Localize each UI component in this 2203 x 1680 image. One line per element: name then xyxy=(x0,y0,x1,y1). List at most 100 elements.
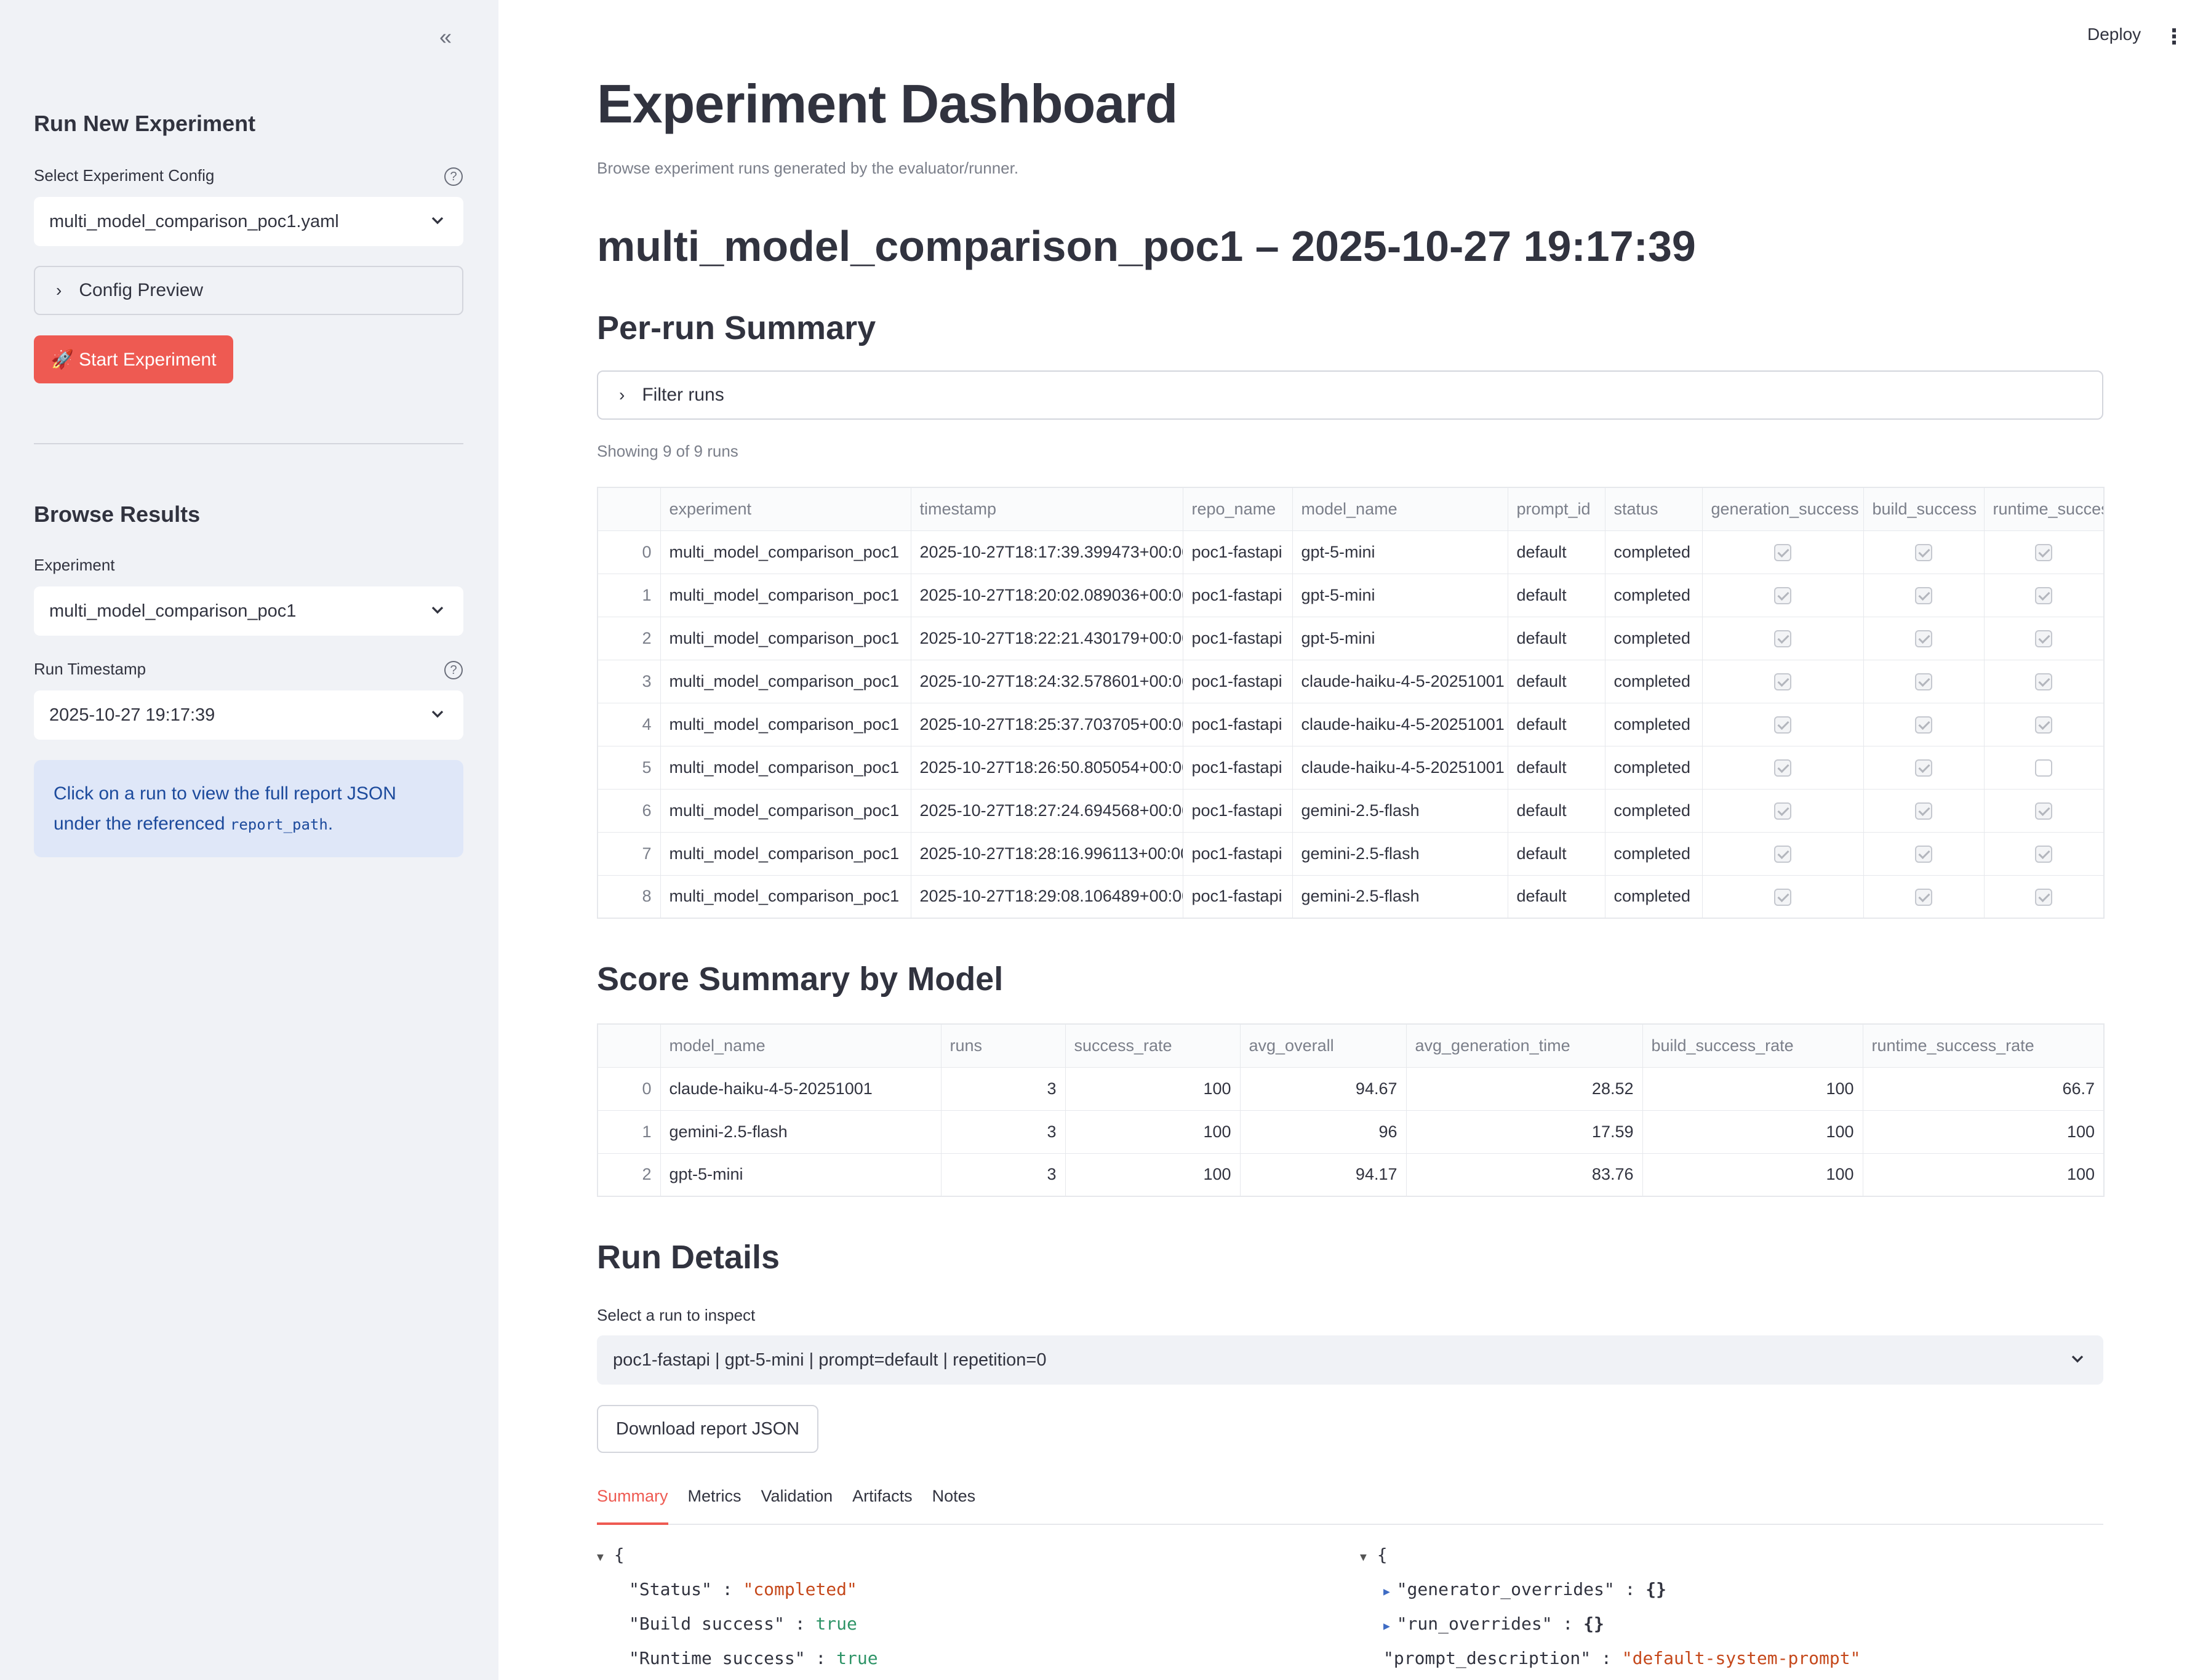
config-select[interactable]: multi_model_comparison_poc1.yaml xyxy=(34,197,463,246)
cell-prompt: default xyxy=(1507,616,1605,660)
cell-runtime-rate: 100 xyxy=(1862,1110,2105,1154)
table-row[interactable]: 4 multi_model_comparison_poc1 2025-10-27T1… xyxy=(597,702,2105,746)
checkbox[interactable] xyxy=(1774,587,1791,605)
table-row[interactable]: 5 multi_model_comparison_poc1 2025-10-27T1… xyxy=(597,745,2105,790)
checkbox[interactable] xyxy=(1774,802,1791,820)
cell-idx: 1 xyxy=(597,573,661,617)
checkbox[interactable] xyxy=(1915,587,1932,605)
expand-triangle-icon[interactable]: ▶ xyxy=(1383,1620,1397,1633)
main-menu-icon[interactable]: ⋮ xyxy=(2164,25,2185,49)
cell-runs: 3 xyxy=(940,1066,1066,1111)
table-row[interactable]: 7 multi_model_comparison_poc1 2025-10-27T1… xyxy=(597,831,2105,876)
help-icon[interactable]: ? xyxy=(444,661,463,679)
column-header-repo-name[interactable]: repo_name xyxy=(1182,487,1293,531)
tab-notes[interactable]: Notes xyxy=(932,1484,976,1525)
experiment-select[interactable]: multi_model_comparison_poc1 xyxy=(34,586,463,636)
checkbox[interactable] xyxy=(2035,630,2053,648)
showing-count: Showing 9 of 9 runs xyxy=(597,442,738,460)
checkbox[interactable] xyxy=(2035,587,2053,605)
tab-metrics[interactable]: Metrics xyxy=(688,1484,742,1525)
table-row[interactable]: 1 gemini-2.5-flash 3 100 96 17.59 100 100 xyxy=(597,1110,2105,1154)
score-table[interactable]: model_name runs success_rate avg_overall avg… xyxy=(597,1023,2105,1197)
collapse-sidebar-button[interactable]: « xyxy=(431,22,460,52)
checkbox[interactable] xyxy=(2035,673,2053,691)
checkbox[interactable] xyxy=(1915,630,1932,648)
index-header xyxy=(597,1023,661,1068)
deploy-button[interactable]: Deploy xyxy=(2087,25,2141,44)
cell-idx: 2 xyxy=(597,1153,661,1197)
filter-runs-expander[interactable]: › Filter runs xyxy=(597,370,2103,420)
cell-success-rate: 100 xyxy=(1065,1153,1241,1197)
expand-triangle-icon[interactable]: ▶ xyxy=(1383,1585,1397,1598)
table-row[interactable]: 6 multi_model_comparison_poc1 2025-10-27T1… xyxy=(597,788,2105,833)
column-header-generation-success[interactable]: generation_success xyxy=(1701,487,1864,531)
table-row[interactable]: 8 multi_model_comparison_poc1 2025-10-27T1… xyxy=(597,874,2105,919)
checkbox[interactable] xyxy=(1915,759,1932,777)
cell-runtime xyxy=(1983,573,2105,617)
run-timestamp-select[interactable]: 2025-10-27 19:17:39 xyxy=(34,690,463,740)
table-row[interactable]: 0 claude-haiku-4-5-20251001 3 100 94.67 28.52… xyxy=(597,1066,2105,1111)
checkbox[interactable] xyxy=(1915,802,1932,820)
column-header-runtime-success-rate[interactable]: runtime_success_rate xyxy=(1862,1023,2105,1068)
checkbox[interactable] xyxy=(1915,544,1932,562)
checkbox[interactable] xyxy=(2035,889,2053,906)
help-icon[interactable]: ? xyxy=(444,167,463,186)
table-row[interactable]: 2 multi_model_comparison_poc1 2025-10-27T1… xyxy=(597,616,2105,660)
run-select[interactable]: poc1-fastapi | gpt-5-mini | prompt=defau… xyxy=(597,1335,2103,1385)
checkbox[interactable] xyxy=(1915,889,1932,906)
checkbox[interactable] xyxy=(1915,673,1932,691)
checkbox[interactable] xyxy=(2035,846,2053,863)
column-header-model-name[interactable]: model_name xyxy=(1292,487,1508,531)
runs-table[interactable]: experiment timestamp repo_name model_name pr… xyxy=(597,487,2105,919)
cell-runtime xyxy=(1983,745,2105,790)
cell-idx: 4 xyxy=(597,702,661,746)
config-preview-expander[interactable]: › Config Preview xyxy=(34,266,463,315)
checkbox[interactable] xyxy=(1774,673,1791,691)
cell-status: completed xyxy=(1604,831,1703,876)
column-header-avg-overall[interactable]: avg_overall xyxy=(1239,1023,1407,1068)
checkbox[interactable] xyxy=(1915,716,1932,734)
column-header-model-name[interactable]: model_name xyxy=(660,1023,942,1068)
checkbox[interactable] xyxy=(1774,759,1791,777)
checkbox[interactable] xyxy=(2035,544,2053,562)
tab-artifacts[interactable]: Artifacts xyxy=(852,1484,913,1525)
checkbox[interactable] xyxy=(2035,716,2053,734)
column-header-success-rate[interactable]: success_rate xyxy=(1065,1023,1241,1068)
tab-validation[interactable]: Validation xyxy=(761,1484,833,1525)
column-header-avg-generation-time[interactable]: avg_generation_time xyxy=(1405,1023,1643,1068)
column-header-runs[interactable]: runs xyxy=(940,1023,1066,1068)
cell-avg-gen-time: 28.52 xyxy=(1405,1066,1643,1111)
cell-avg-gen-time: 17.59 xyxy=(1405,1110,1643,1154)
column-header-build-success-rate[interactable]: build_success_rate xyxy=(1642,1023,1863,1068)
cell-runtime xyxy=(1983,702,2105,746)
tab-summary[interactable]: Summary xyxy=(597,1484,668,1525)
download-report-button[interactable]: Download report JSON xyxy=(597,1405,818,1453)
table-row[interactable]: 1 multi_model_comparison_poc1 2025-10-27T1… xyxy=(597,573,2105,617)
checkbox[interactable] xyxy=(1774,544,1791,562)
checkbox[interactable] xyxy=(1774,630,1791,648)
collapse-triangle-icon[interactable]: ▼ xyxy=(597,1551,604,1564)
collapse-triangle-icon[interactable]: ▼ xyxy=(1360,1551,1367,1564)
checkbox[interactable] xyxy=(2035,802,2053,820)
column-header-status[interactable]: status xyxy=(1604,487,1703,531)
start-experiment-button[interactable]: 🚀 Start Experiment xyxy=(34,335,233,383)
cell-model: claude-haiku-4-5-20251001 xyxy=(1292,659,1508,703)
cell-build-rate: 100 xyxy=(1642,1066,1863,1111)
cell-experiment: multi_model_comparison_poc1 xyxy=(660,659,911,703)
table-row[interactable]: 0 multi_model_comparison_poc1 2025-10-27T1… xyxy=(597,530,2105,574)
checkbox[interactable] xyxy=(2035,759,2053,777)
table-row[interactable]: 3 multi_model_comparison_poc1 2025-10-27T1… xyxy=(597,659,2105,703)
cell-avg-overall: 94.17 xyxy=(1239,1153,1407,1197)
json-entry: "Runtime success" : true xyxy=(629,1648,878,1668)
cell-status: completed xyxy=(1604,788,1703,833)
checkbox[interactable] xyxy=(1774,889,1791,906)
column-header-prompt-id[interactable]: prompt_id xyxy=(1507,487,1605,531)
checkbox[interactable] xyxy=(1915,846,1932,863)
column-header-build-success[interactable]: build_success xyxy=(1863,487,1985,531)
checkbox[interactable] xyxy=(1774,846,1791,863)
column-header-runtime-succes[interactable]: runtime_succes xyxy=(1983,487,2105,531)
checkbox[interactable] xyxy=(1774,716,1791,734)
column-header-experiment[interactable]: experiment xyxy=(660,487,911,531)
table-row[interactable]: 2 gpt-5-mini 3 100 94.17 83.76 100 100 xyxy=(597,1153,2105,1197)
column-header-timestamp[interactable]: timestamp xyxy=(910,487,1183,531)
